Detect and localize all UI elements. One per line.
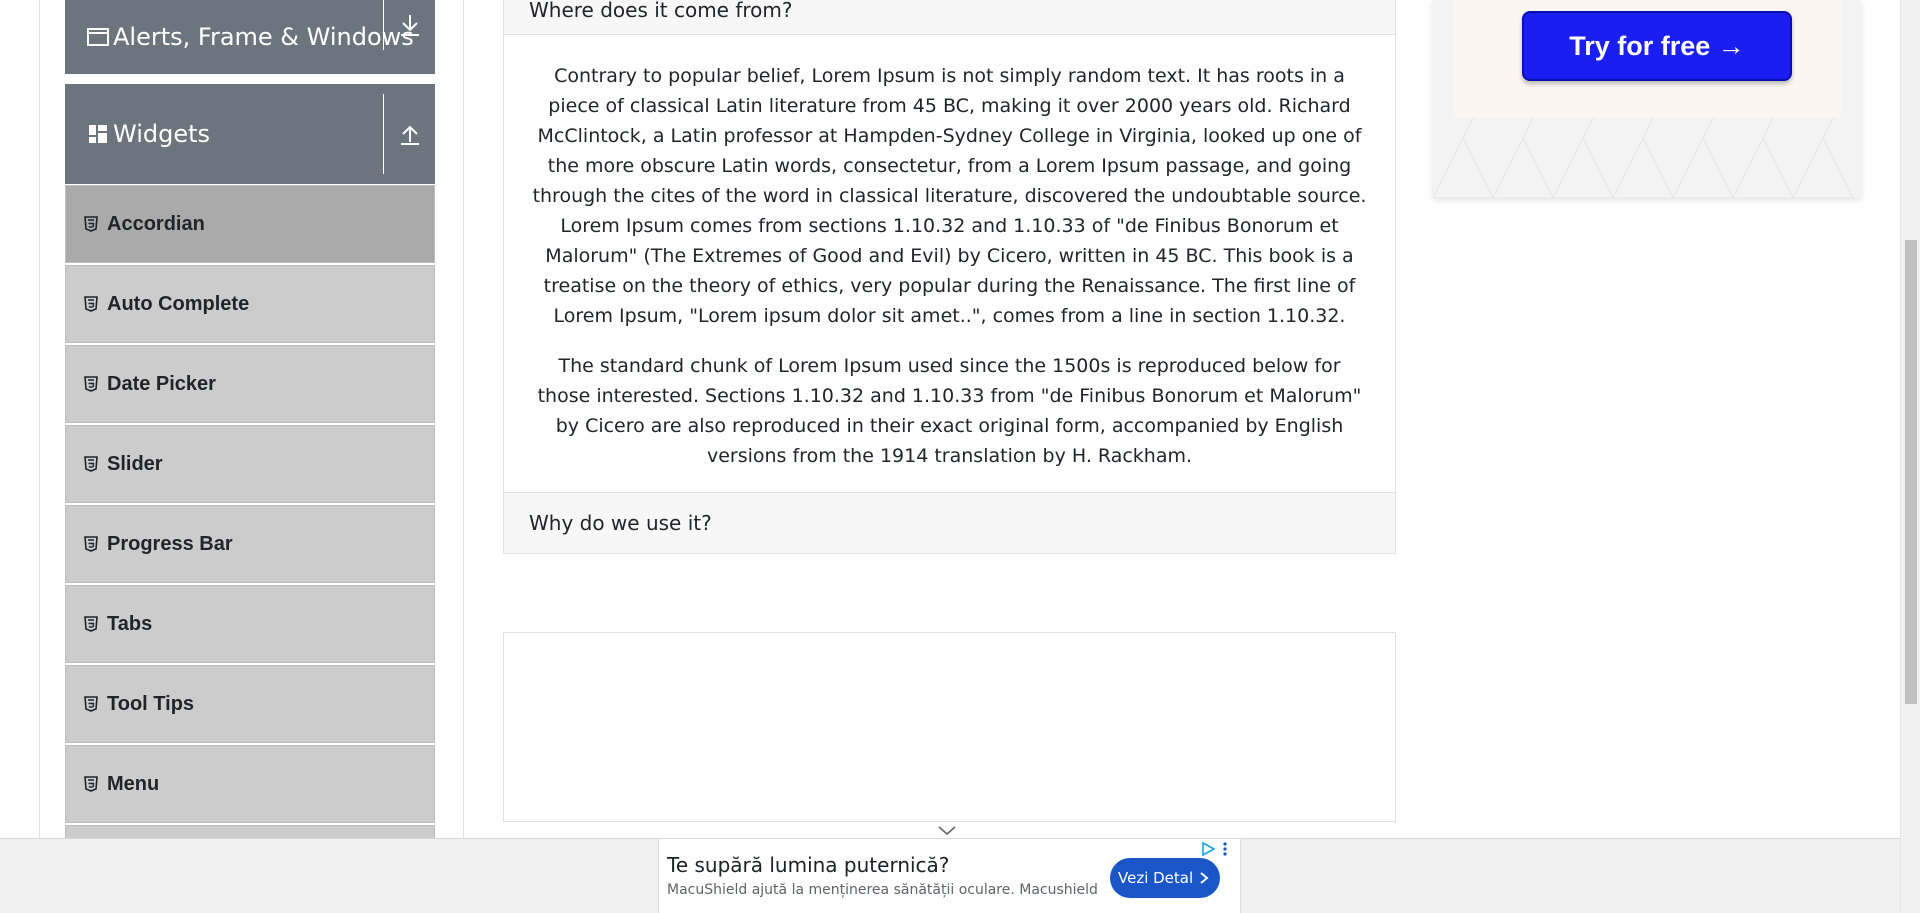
adchoices-icon[interactable]	[1200, 841, 1216, 857]
bottom-ad-bar: Te supără lumina puternică? MacuShield a…	[0, 825, 1900, 913]
accordion-paragraph: The standard chunk of Lorem Ipsum used s…	[537, 355, 1362, 467]
sidebar-border-right	[463, 0, 464, 838]
sidebar-item-progress-bar[interactable]: Progress Bar	[65, 505, 435, 583]
sidebar-item-accordian[interactable]: Accordian	[65, 185, 435, 263]
chevron-down-icon[interactable]	[935, 822, 959, 839]
accordion-header-where[interactable]: Where does it come from?	[504, 0, 1395, 35]
bottom-ad-cta-button[interactable]: Vezi Detalii	[1110, 858, 1220, 898]
html5-icon	[83, 215, 99, 233]
html5-icon	[83, 375, 99, 393]
sidebar-border-left	[39, 0, 40, 838]
sidebar-item-label: Progress Bar	[107, 532, 233, 555]
bottom-ad[interactable]: Te supără lumina puternică? MacuShield a…	[658, 839, 1241, 913]
sidebar-item-tool-tips[interactable]: Tool Tips	[65, 665, 435, 743]
widgets-icon	[85, 121, 111, 147]
try-for-free-button[interactable]: Try for free →	[1522, 11, 1792, 81]
chevron-right-icon	[1192, 866, 1216, 890]
accordion-paragraph: Contrary to popular belief, Lorem Ipsum …	[532, 65, 1367, 327]
page-scrollbar[interactable]	[1900, 0, 1920, 913]
download-arrow-icon[interactable]	[383, 0, 435, 50]
widgets-menu-list: Accordian Auto Complete Date Picker Slid…	[65, 185, 435, 847]
group-header-alerts[interactable]: Alerts, Frame & Windows	[65, 0, 435, 74]
sidebar-item-auto-complete[interactable]: Auto Complete	[65, 265, 435, 343]
sidebar-item-menu[interactable]: Menu	[65, 745, 435, 823]
accordion-section-where: Where does it come from? Contrary to pop…	[503, 0, 1396, 554]
accordion-header-why[interactable]: Why do we use it?	[504, 492, 1395, 553]
right-ad-panel: Try for free →	[1453, 0, 1841, 118]
html5-icon	[83, 775, 99, 793]
content-placeholder-box	[503, 632, 1396, 822]
sidebar-item-label: Date Picker	[107, 372, 216, 395]
sidebar-item-label: Slider	[107, 452, 163, 475]
accordion-title-why: Why do we use it?	[529, 511, 712, 535]
sidebar-item-label: Tool Tips	[107, 692, 195, 715]
window-icon	[85, 24, 111, 50]
bottom-ad-cta-label: Vezi Detalii	[1118, 869, 1202, 887]
html5-icon	[83, 455, 99, 473]
html5-icon	[83, 295, 99, 313]
upload-arrow-icon[interactable]	[383, 94, 435, 174]
html5-icon	[83, 615, 99, 633]
bottom-ad-title[interactable]: Te supără lumina puternică?	[667, 853, 949, 877]
sidebar-item-label: Menu	[107, 772, 160, 795]
accordion-title-where: Where does it come from?	[529, 0, 793, 22]
bottom-ad-description: MacuShield ajută la menținerea sănătății…	[667, 882, 1098, 898]
kebab-menu-icon[interactable]	[1221, 841, 1229, 857]
sidebar-item-tabs[interactable]: Tabs	[65, 585, 435, 663]
group-label-alerts: Alerts, Frame & Windows	[113, 23, 414, 51]
sidebar-item-label: Tabs	[107, 612, 153, 635]
sidebar-item-slider[interactable]: Slider	[65, 425, 435, 503]
sidebar-item-date-picker[interactable]: Date Picker	[65, 345, 435, 423]
ad-pattern-decoration	[1433, 118, 1854, 198]
accordion-body-where: Contrary to popular belief, Lorem Ipsum …	[504, 35, 1395, 492]
group-label-widgets: Widgets	[113, 120, 211, 148]
right-ad[interactable]: Try for free →	[1433, 0, 1861, 198]
scrollbar-thumb[interactable]	[1905, 240, 1917, 704]
sidebar-item-label: Auto Complete	[107, 292, 250, 315]
html5-icon	[83, 535, 99, 553]
html5-icon	[83, 695, 99, 713]
group-header-widgets[interactable]: Widgets	[65, 84, 435, 184]
sidebar-item-label: Accordian	[107, 212, 205, 235]
